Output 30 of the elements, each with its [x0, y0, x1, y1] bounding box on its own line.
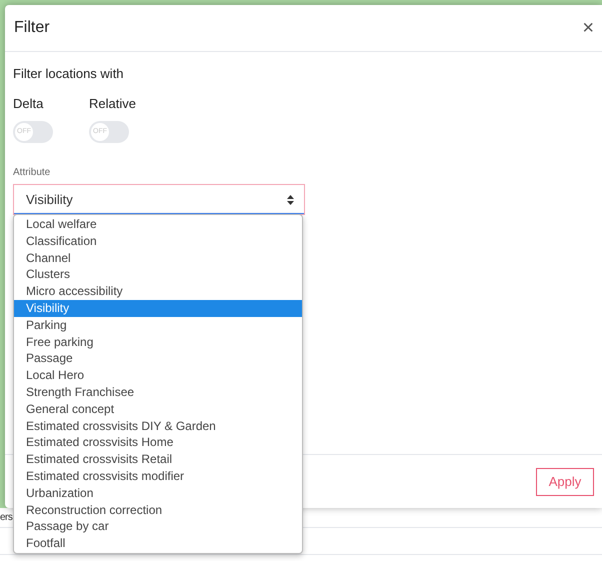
dropdown-option[interactable]: Estimated crossvisits modifier [14, 468, 302, 485]
dropdown-option[interactable]: Estimated crossvisits DIY & Garden [14, 418, 302, 434]
dropdown-option[interactable]: Strength Franchisee [14, 384, 302, 401]
toggle-label: Relative [89, 94, 136, 112]
dropdown-option[interactable]: Local welfare [14, 216, 302, 233]
sort-caret-icon [287, 194, 294, 204]
attribute-select[interactable]: Visibility [13, 184, 305, 215]
dropdown-option[interactable]: Passage by car [14, 518, 302, 536]
dropdown-option[interactable]: Classification [14, 232, 302, 250]
dropdown-option[interactable]: General concept [14, 400, 302, 418]
close-button[interactable]: × [582, 18, 594, 38]
dropdown-option[interactable]: Channel [14, 250, 302, 266]
section-title: Filter locations with [13, 65, 124, 83]
field-label: Attribute [13, 166, 50, 180]
dropdown-option[interactable]: Estimated crossvisits Retail [14, 451, 302, 468]
dropdown-option[interactable]: Visibility [14, 300, 302, 317]
dropdown-option[interactable]: Estimated crossvisits Home [14, 434, 302, 452]
dropdown-option[interactable]: Clusters [14, 266, 302, 284]
dropdown-option[interactable]: Reconstruction correction [14, 502, 302, 518]
dialog-title: Filter [14, 18, 50, 38]
background-label: ers [0, 512, 12, 522]
dropdown-option[interactable]: Footfall [14, 535, 302, 552]
apply-button[interactable]: Apply [536, 468, 594, 496]
dropdown-option[interactable]: Passage [14, 350, 302, 368]
dropdown-option[interactable]: Micro accessibility [14, 283, 302, 300]
dropdown-option[interactable]: Urbanization [14, 484, 302, 502]
dropdown-option[interactable]: Parking [14, 316, 302, 334]
dropdown-option[interactable]: Free parking [14, 334, 302, 350]
toggle-label: Delta [13, 94, 44, 112]
dropdown-option[interactable]: Local Hero [14, 367, 302, 384]
